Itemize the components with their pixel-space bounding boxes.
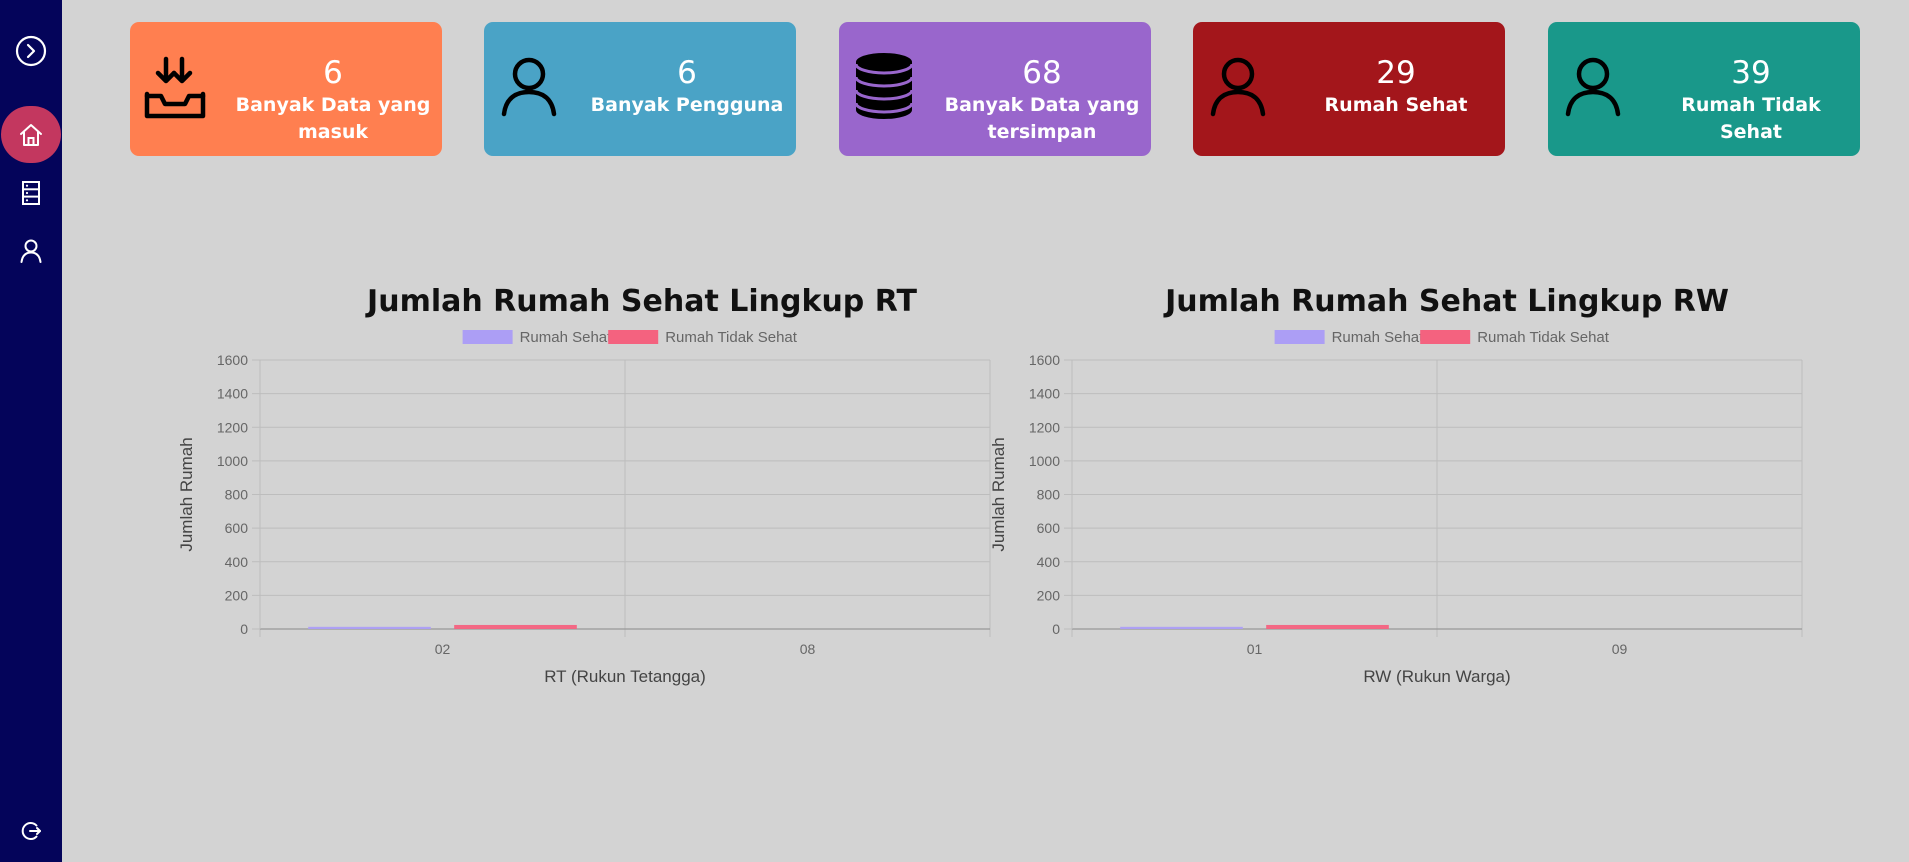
stat-label: Banyak Data yang tersimpan — [944, 94, 1140, 143]
legend-swatch — [1420, 330, 1471, 344]
chart-rw: Rumah Sehat Rumah Tidak Sehat 0 200 400 600 80… — [989, 329, 1803, 686]
stat-card-rumah-tidak-sehat: 39 Rumah Tidak Sehat — [1548, 22, 1860, 156]
y-tick-label: 400 — [1037, 554, 1061, 570]
user-icon — [501, 57, 557, 117]
chart-rt: Rumah Sehat Rumah Tidak Sehat 0 200 400 600 80… — [177, 329, 991, 686]
stat-card-data-tersimpan: 68 Banyak Data yang tersimpan — [839, 22, 1151, 156]
stat-card-pengguna: 6 Banyak Pengguna — [484, 22, 796, 156]
bar-rumah-sehat — [1120, 626, 1243, 629]
sidebar-item-users[interactable] — [0, 227, 62, 275]
legend-swatch — [462, 330, 513, 344]
y-tick-label: 200 — [1037, 587, 1061, 603]
y-tick-label: 1000 — [217, 453, 248, 469]
stat-value: 39 — [1731, 55, 1771, 91]
y-tick-label: 600 — [225, 520, 249, 536]
stat-value: 6 — [677, 55, 697, 91]
y-tick-label: 800 — [225, 487, 249, 503]
x-tick-label: 01 — [1247, 641, 1263, 657]
y-tick-label: 0 — [240, 621, 248, 637]
server-list-icon — [22, 181, 40, 205]
chart-title-rt: Jumlah Rumah Sehat Lingkup RT — [367, 284, 917, 319]
download-tray-icon — [144, 56, 206, 119]
x-axis-title: RT (Rukun Tetangga) — [544, 667, 706, 686]
chevron-right-circle-icon — [15, 35, 47, 67]
stat-label: Rumah Tidak Sehat — [1681, 94, 1821, 143]
stat-card-data-masuk: 6 Banyak Data yang masuk — [130, 22, 442, 156]
y-tick-label: 1600 — [1029, 352, 1060, 368]
x-axis-title: RW (Rukun Warga) — [1363, 667, 1510, 686]
home-icon — [20, 123, 42, 146]
chart-title-rw: Jumlah Rumah Sehat Lingkup RW — [1165, 284, 1729, 319]
y-axis-title: Jumlah Rumah — [989, 437, 1008, 551]
y-tick-label: 1600 — [217, 352, 248, 368]
y-tick-label: 1400 — [217, 386, 248, 402]
legend-swatch — [1274, 330, 1325, 344]
bar-rumah-sehat — [308, 626, 431, 629]
bar-rumah-tidak-sehat — [454, 624, 577, 629]
legend-label: Rumah Tidak Sehat — [1477, 329, 1610, 346]
sidebar-item-data[interactable] — [0, 169, 62, 217]
y-tick-label: 1400 — [1029, 386, 1060, 402]
stat-card-rumah-sehat: 29 Rumah Sehat — [1193, 22, 1505, 156]
y-tick-label: 200 — [225, 587, 249, 603]
sidebar-expand-button[interactable] — [0, 27, 62, 75]
x-tick-label: 09 — [1612, 641, 1628, 657]
stat-value: 29 — [1376, 55, 1416, 91]
database-icon — [854, 53, 914, 119]
y-tick-label: 1200 — [1029, 419, 1060, 435]
y-tick-label: 600 — [1037, 520, 1061, 536]
y-tick-label: 400 — [225, 554, 249, 570]
legend-swatch — [608, 330, 659, 344]
stat-label: Banyak Data yang masuk — [235, 94, 431, 143]
bar-rumah-tidak-sehat — [1266, 624, 1389, 629]
user-icon — [1210, 57, 1266, 117]
y-axis-title: Jumlah Rumah — [177, 437, 196, 551]
y-tick-label: 800 — [1037, 487, 1061, 503]
logout-icon — [21, 822, 41, 840]
y-tick-label: 1000 — [1029, 453, 1060, 469]
logout-button[interactable] — [0, 807, 62, 855]
user-icon — [20, 239, 42, 263]
user-icon — [1565, 57, 1621, 117]
stat-value: 6 — [323, 55, 343, 91]
sidebar — [0, 0, 62, 862]
stat-label: Rumah Sehat — [1324, 94, 1468, 116]
legend-label: Rumah Sehat — [1332, 329, 1425, 346]
x-tick-label: 02 — [435, 641, 451, 657]
x-tick-label: 08 — [800, 641, 816, 657]
y-tick-label: 0 — [1052, 621, 1060, 637]
y-tick-label: 1200 — [217, 419, 248, 435]
stat-label: Banyak Pengguna — [590, 94, 784, 116]
sidebar-item-home[interactable] — [1, 106, 61, 163]
legend-label: Rumah Tidak Sehat — [665, 329, 798, 346]
legend-label: Rumah Sehat — [520, 329, 613, 346]
stat-value: 68 — [1022, 55, 1062, 91]
